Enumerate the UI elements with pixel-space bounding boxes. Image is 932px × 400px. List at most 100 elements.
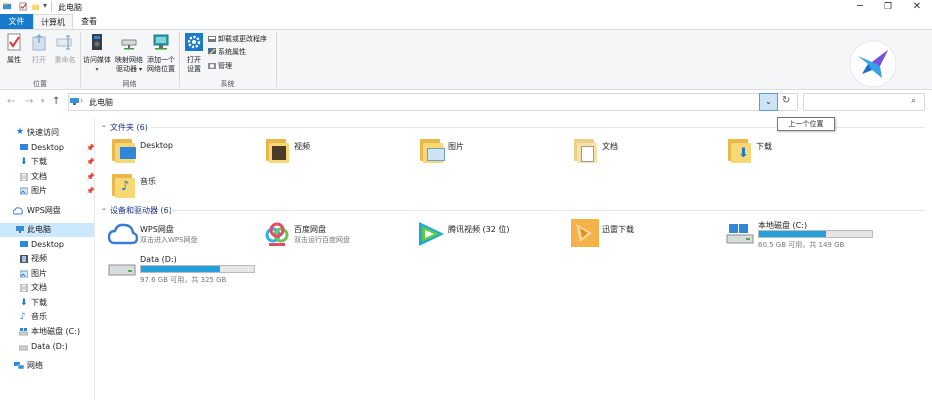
title-divider (51, 1, 52, 12)
nav-pc-desktop[interactable]: Desktop (0, 238, 94, 252)
local-disk-icon (726, 224, 754, 244)
back-arrow-icon: ← (7, 96, 16, 107)
back-button[interactable]: ← (7, 96, 15, 107)
uninstall-program-command[interactable]: 卸载或更改程序 (208, 34, 267, 45)
explorer-app-icon (3, 2, 12, 10)
minimize-button[interactable]: ─ (845, 0, 875, 14)
desktop-icon (20, 144, 28, 150)
device-tile-drive-d[interactable]: Data (D:) 97.6 GB 可用，共 325 GB (106, 254, 286, 286)
film-overlay-icon (272, 146, 286, 160)
nav-this-pc[interactable]: 此电脑 (0, 223, 94, 237)
window-title: 此电脑 (58, 3, 82, 12)
forward-button[interactable]: → (25, 96, 33, 107)
new-folder-quick-icon[interactable] (31, 2, 40, 11)
music-icon: ♪ (20, 312, 26, 322)
device-tile-tencent-video[interactable]: 腾讯视频 (32 位) (416, 220, 566, 250)
device-tile-baidu-netdisk[interactable]: 百度网盘 双击运行百度网盘 (262, 220, 412, 250)
folder-tile-music[interactable]: ♪ 音乐 (108, 170, 258, 202)
nav-label: 文档 (31, 172, 47, 181)
folder-tile-videos[interactable]: 视频 (262, 135, 412, 167)
search-input[interactable] (803, 93, 925, 111)
folders-section-header[interactable]: 文件夹 (6) (110, 122, 148, 133)
manage-icon (208, 63, 216, 69)
breadcrumb-separator-icon[interactable]: › (80, 96, 83, 105)
device-tile-xunlei[interactable]: 迅雷下载 (570, 218, 720, 250)
tab-view[interactable]: 查看 (73, 14, 105, 29)
download-icon: ⬇ (20, 298, 28, 308)
address-path[interactable]: 此电脑 (89, 97, 113, 108)
collapse-devices-icon[interactable]: ⌄ (101, 204, 107, 212)
open-icon (32, 34, 46, 51)
device-name: 迅雷下载 (602, 225, 634, 234)
uninstall-icon (208, 36, 216, 42)
nav-label: 音乐 (31, 312, 47, 321)
tencent-video-icon (419, 222, 444, 246)
nav-quick-pictures[interactable]: 图片 📌 (0, 184, 95, 198)
nav-pc-music[interactable]: ♪ 音乐 (0, 310, 94, 324)
rename-button[interactable]: 重命名 (52, 33, 78, 65)
baidu-netdisk-icon (265, 222, 289, 246)
folder-tile-documents[interactable]: 文档 (570, 135, 720, 167)
drive-usage-bar (140, 265, 255, 273)
pin-icon: 📌 (86, 187, 95, 195)
open-label: 打开 (32, 56, 46, 64)
group-label-network: 网络 (122, 80, 137, 88)
add-network-location-button[interactable]: 添加一个 网络位置 (145, 33, 177, 74)
folder-label: 下载 (756, 142, 772, 151)
nav-wps-cloud[interactable]: WPS网盘 (0, 204, 94, 218)
nav-network[interactable]: 网络 (0, 359, 94, 373)
nav-label: WPS网盘 (27, 206, 61, 215)
system-properties-command[interactable]: 系统属性 (208, 47, 246, 58)
manage-command[interactable]: 管理 (208, 61, 232, 72)
folder-tile-pictures[interactable]: 图片 (416, 135, 566, 167)
address-bar[interactable] (68, 93, 798, 111)
restore-icon: ❐ (883, 2, 893, 12)
nav-pc-drive-d[interactable]: Data (D:) (0, 340, 94, 354)
open-settings-label: 打开 (187, 56, 201, 64)
close-button[interactable]: ✕ (902, 0, 932, 14)
nav-pc-documents[interactable]: 文档 (0, 281, 94, 295)
device-tile-wps-cloud[interactable]: WPS网盘 双击进入WPS网盘 (108, 220, 258, 250)
videos-icon (20, 255, 28, 263)
desktop-icon (20, 241, 28, 247)
nav-quick-desktop[interactable]: Desktop 📌 (0, 141, 95, 155)
open-settings-button[interactable]: 打开 设置 (182, 33, 206, 74)
network-location-icon (153, 34, 169, 50)
section-divider (168, 210, 925, 211)
manage-label: 管理 (218, 62, 232, 70)
pin-icon: 📌 (86, 173, 95, 181)
map-network-drive-button[interactable]: 映射网络 驱动器 ▾ (113, 33, 145, 74)
nav-quick-downloads[interactable]: ⬇ 下载 📌 (0, 155, 95, 169)
folder-tile-desktop[interactable]: Desktop (108, 135, 258, 167)
properties-quick-icon[interactable] (19, 2, 28, 11)
properties-button[interactable]: 属性 (3, 33, 25, 65)
add-location-label: 添加一个 (147, 56, 175, 64)
folder-tile-downloads[interactable]: ⬇ 下载 (724, 135, 874, 167)
settings-icon (185, 33, 203, 51)
nav-pc-pictures[interactable]: 图片 (0, 267, 94, 281)
device-name: 腾讯视频 (32 位) (448, 225, 510, 234)
search-icon[interactable]: ⌕ (911, 96, 916, 106)
nav-quick-access[interactable]: ★ 快速访问 (0, 126, 94, 140)
nav-quick-documents[interactable]: 文档 📌 (0, 170, 95, 184)
access-media-button[interactable]: 访问媒体 ▾ (82, 33, 112, 74)
refresh-button[interactable]: ↻ (782, 95, 790, 106)
drive-usage-fill (759, 231, 826, 237)
tab-file[interactable]: 文件 (0, 14, 33, 29)
tab-computer[interactable]: 计算机 (33, 14, 73, 29)
open-button[interactable]: 打开 (28, 33, 50, 65)
quick-access-dropdown-icon[interactable]: ▾ (43, 1, 47, 10)
system-properties-icon (208, 48, 216, 56)
map-drive-label-line2: 驱动器 ▾ (116, 65, 142, 73)
nav-pc-drive-c[interactable]: 本地磁盘 (C:) (0, 325, 94, 339)
nav-pc-videos[interactable]: 视频 (0, 252, 94, 266)
address-history-dropdown[interactable]: ⌄ (759, 93, 778, 111)
collapse-folders-icon[interactable]: ⌄ (101, 121, 107, 129)
nav-pc-downloads[interactable]: ⬇ 下载 (0, 296, 94, 310)
device-tile-drive-c[interactable]: 本地磁盘 (C:) 60.5 GB 可用，共 149 GB (724, 218, 904, 250)
recent-locations-button[interactable]: ▾ (41, 97, 45, 105)
restore-button[interactable]: ❐ (873, 0, 903, 14)
devices-section-header[interactable]: 设备和驱动器 (6) (110, 205, 172, 216)
pin-icon: 📌 (86, 144, 95, 152)
up-button[interactable]: ↑ (52, 96, 60, 107)
